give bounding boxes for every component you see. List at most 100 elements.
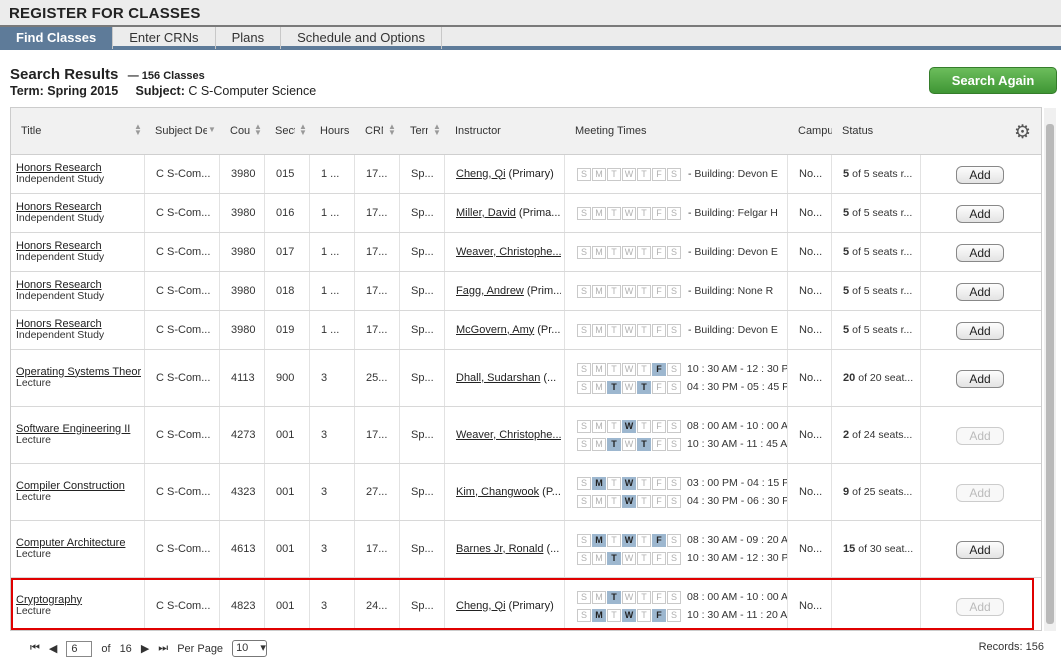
- day-indicator: W: [622, 476, 636, 490]
- instructor-link[interactable]: Cheng, Qi (Primary): [456, 168, 561, 180]
- cell-divider: [920, 311, 921, 349]
- seats-available: 5: [843, 284, 850, 297]
- col-instructor[interactable]: Instructor: [455, 125, 535, 137]
- page-number-input[interactable]: 6: [66, 640, 93, 657]
- col-crn[interactable]: CRN: [365, 125, 383, 137]
- course-cell: 4113: [231, 371, 255, 384]
- instructor-link[interactable]: Weaver, Christophe...: [456, 429, 561, 441]
- seats-available: 5: [843, 245, 850, 258]
- class-type: Independent Study: [16, 172, 105, 185]
- col-term[interactable]: Term: [410, 125, 428, 137]
- cell-divider: [309, 155, 310, 193]
- meeting-time-text: - Building: None R: [688, 284, 774, 297]
- instructor-link[interactable]: Dhall, Sudarshan (...: [456, 372, 561, 384]
- search-again-button[interactable]: Search Again: [929, 67, 1057, 94]
- prev-page-icon[interactable]: ◀: [49, 642, 57, 655]
- class-type: Independent Study: [16, 289, 105, 302]
- instructor-name[interactable]: Barnes Jr, Ronald: [456, 543, 543, 555]
- tab-schedule-options[interactable]: Schedule and Options: [281, 27, 443, 49]
- last-page-icon[interactable]: ⏭: [158, 642, 168, 655]
- sort-icon[interactable]: ▲ ▼: [254, 123, 262, 137]
- col-course[interactable]: Cou: [230, 125, 250, 137]
- day-indicator: T: [607, 323, 621, 337]
- seats-detail: of 5 seats r...: [852, 284, 913, 297]
- col-meeting-times[interactable]: Meeting Times: [575, 125, 665, 137]
- instructor-name[interactable]: Kim, Changwook: [456, 486, 539, 498]
- add-class-button[interactable]: Add: [956, 369, 1004, 388]
- instructor-link[interactable]: Weaver, Christophe...: [456, 246, 561, 258]
- instructor-link[interactable]: Kim, Changwook (P...: [456, 486, 561, 498]
- cell-divider: [264, 272, 265, 310]
- campus-cell: No...: [799, 485, 823, 498]
- status-cell: 9 of 25 seats...: [843, 486, 915, 498]
- class-type: Lecture: [16, 490, 52, 503]
- cell-divider: [309, 464, 310, 520]
- instructor-link[interactable]: Barnes Jr, Ronald (...: [456, 543, 561, 555]
- instructor-name[interactable]: Dhall, Sudarshan: [456, 372, 540, 384]
- table-row: Software Engineering II Lecture C S-Com...…: [11, 407, 1041, 464]
- add-class-button[interactable]: Add: [956, 321, 1004, 340]
- instructor-link[interactable]: Fagg, Andrew (Prim...: [456, 285, 561, 297]
- tab-find-classes[interactable]: Find Classes: [0, 27, 114, 49]
- cell-divider: [219, 311, 220, 349]
- meeting-days: SMTWTFS: [577, 533, 682, 547]
- sort-icon[interactable]: ▲ ▼: [299, 123, 307, 137]
- cell-divider: [920, 233, 921, 271]
- cell-divider: [309, 233, 310, 271]
- table-row: Honors Research Independent Study C S-Com.…: [11, 272, 1041, 311]
- instructor-link[interactable]: McGovern, Amy (Pr...: [456, 324, 561, 336]
- cell-divider: [354, 521, 355, 577]
- cell-divider: [309, 521, 310, 577]
- day-indicator: W: [622, 284, 636, 298]
- sort-icon[interactable]: ▲ ▼: [388, 123, 396, 137]
- day-indicator: F: [652, 533, 666, 547]
- day-indicator: T: [607, 494, 621, 508]
- instructor-name[interactable]: Weaver, Christophe...: [456, 246, 561, 258]
- add-class-button[interactable]: Add: [956, 483, 1004, 502]
- day-indicator: M: [592, 206, 606, 220]
- col-hours[interactable]: Hours: [320, 125, 350, 137]
- scrollbar-thumb[interactable]: [1046, 124, 1054, 624]
- instructor-name[interactable]: Fagg, Andrew: [456, 285, 524, 297]
- next-page-icon[interactable]: ▶: [141, 642, 149, 655]
- col-status[interactable]: Status: [842, 125, 892, 137]
- cell-divider: [354, 233, 355, 271]
- subject-cell: C S-Com...: [156, 371, 211, 384]
- col-campus[interactable]: Campus: [798, 125, 832, 137]
- crn-cell: 17...: [366, 542, 388, 555]
- section-cell: 019: [276, 323, 295, 336]
- sort-desc-icon[interactable]: ▼: [208, 126, 216, 134]
- tab-plans[interactable]: Plans: [216, 27, 282, 49]
- add-class-button[interactable]: Add: [956, 204, 1004, 223]
- sort-icon[interactable]: ▲ ▼: [433, 123, 441, 137]
- instructor-link[interactable]: Miller, David (Prima...: [456, 207, 561, 219]
- tab-enter-crns[interactable]: Enter CRNs: [113, 27, 216, 49]
- cell-divider: [444, 407, 445, 463]
- results-title: Search Results: [10, 66, 119, 83]
- instructor-name[interactable]: McGovern, Amy: [456, 324, 534, 336]
- day-indicator: S: [667, 167, 681, 181]
- cell-divider: [144, 272, 145, 310]
- add-class-button[interactable]: Add: [956, 540, 1004, 559]
- vertical-scrollbar[interactable]: [1044, 108, 1056, 631]
- status-cell: 15 of 30 seat...: [843, 543, 915, 555]
- add-class-button[interactable]: Add: [956, 243, 1004, 262]
- instructor-name[interactable]: Cheng, Qi: [456, 168, 506, 180]
- col-title[interactable]: Title: [21, 125, 131, 137]
- first-page-icon[interactable]: ⏮: [30, 642, 40, 655]
- add-class-button[interactable]: Add: [956, 165, 1004, 184]
- col-section[interactable]: Sect: [275, 125, 295, 137]
- add-class-button[interactable]: Add: [956, 426, 1004, 445]
- instructor-name[interactable]: Weaver, Christophe...: [456, 429, 561, 441]
- day-indicator: M: [592, 167, 606, 181]
- instructor-name[interactable]: Miller, David: [456, 207, 516, 219]
- course-cell: 3980: [231, 167, 256, 180]
- col-subject[interactable]: Subject De: [155, 125, 207, 137]
- cell-divider: [920, 155, 921, 193]
- cell-divider: [831, 407, 832, 463]
- add-class-button[interactable]: Add: [956, 282, 1004, 301]
- gear-icon[interactable]: ⚙: [1014, 121, 1031, 144]
- per-page-select[interactable]: 10 ▾: [232, 640, 268, 657]
- sort-icon[interactable]: ▲ ▼: [134, 123, 142, 137]
- seats-detail: of 30 seat...: [858, 542, 914, 555]
